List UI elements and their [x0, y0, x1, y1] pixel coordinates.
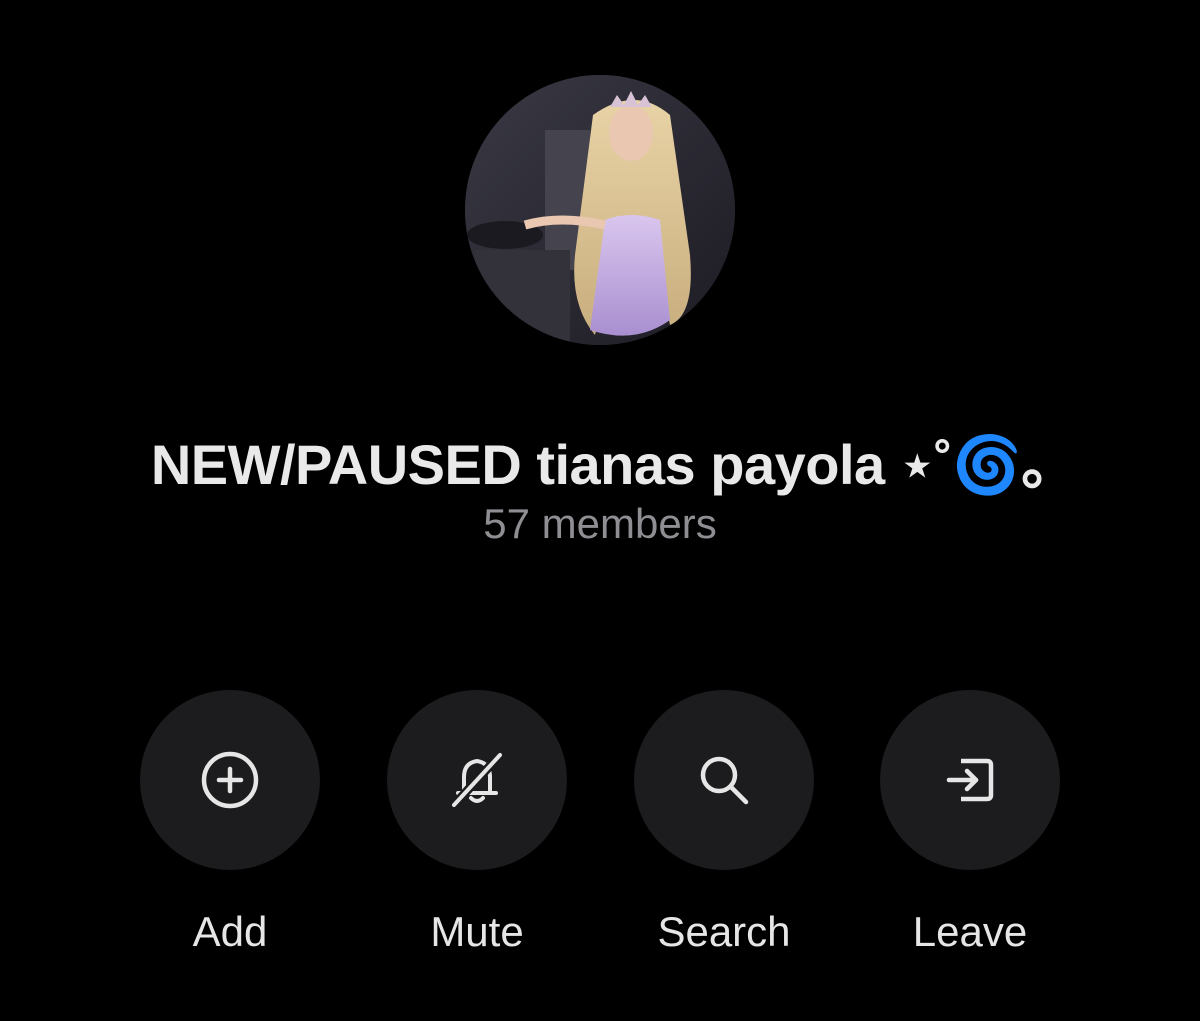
add-circle-icon	[201, 751, 259, 809]
add-label: Add	[192, 908, 268, 955]
search-icon	[700, 756, 749, 805]
leave-icon	[946, 758, 994, 802]
member-count[interactable]: 57 members	[0, 500, 1200, 548]
leave-button-circle[interactable]	[880, 690, 1060, 870]
leave-button[interactable]: Leave	[880, 690, 1060, 956]
mute-button[interactable]: Mute	[387, 690, 567, 956]
search-label: Search	[657, 908, 791, 955]
search-button-circle[interactable]	[634, 690, 814, 870]
leave-label: Leave	[912, 908, 1028, 955]
add-button-circle[interactable]	[140, 690, 320, 870]
group-name: NEW/PAUSED tianas payola ⋆˚🌀｡	[150, 433, 1050, 496]
group-avatar[interactable]	[465, 75, 735, 345]
mute-label: Mute	[430, 908, 524, 955]
avatar-photo	[465, 75, 735, 345]
mute-button-circle[interactable]	[387, 690, 567, 870]
search-button[interactable]: Search	[634, 690, 814, 956]
bell-slash-icon	[449, 750, 505, 810]
add-button[interactable]: Add	[140, 690, 320, 956]
